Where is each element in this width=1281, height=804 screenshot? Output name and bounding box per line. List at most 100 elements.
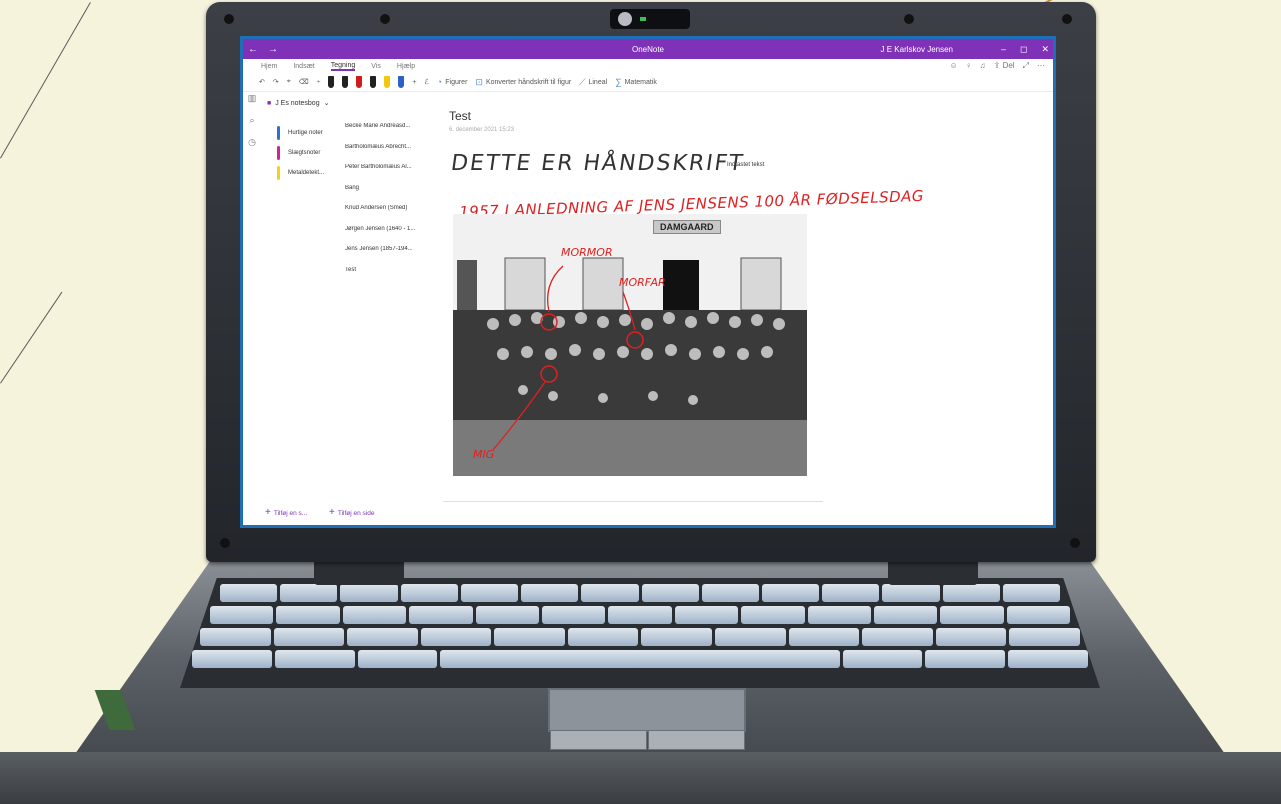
notebook-selector[interactable]: ■ J Es notesbog ⌄ [267,99,330,108]
typed-text[interactable]: Indtastet tekst [727,162,764,168]
eraser-icon[interactable]: ⌫ [299,78,309,86]
pen-blue[interactable] [398,76,405,88]
key [420,628,492,646]
page-date: 6. december 2021 15:23 [449,127,515,133]
notebooks-icon[interactable]: ▥ [243,93,261,115]
spacebar [440,650,840,668]
share-button[interactable]: ⇪ Del [994,61,1015,71]
draw-toolbar: ↶ ↷ ⌖ ⌫ ÷ + ℰ ◔ Figurer ⊡ Konverter håndsk… [243,73,1053,92]
ribbon-right-icons: ☺ ♀ ♫ ⇪ Del ⤢ ⋯ [949,61,1045,71]
nav-rail: ▥ ⌕ ◷ [243,93,261,525]
page-item[interactable]: Peter Bartholomæus Al... [343,164,439,185]
key [942,584,1000,602]
key [935,628,1007,646]
chevron-down-icon: ⌄ [323,100,330,107]
tab-draw[interactable]: Tegning [330,62,356,71]
pen-black-2[interactable] [342,76,349,88]
pen-black-3[interactable] [370,76,377,88]
key [494,628,565,646]
background-line [0,291,63,384]
ruler-button[interactable]: ⟋ Lineal [579,77,607,88]
more-icon[interactable]: ⋯ [1037,61,1045,71]
page-divider [443,501,823,502]
page-item[interactable]: Jens Jensen (1857-194... [343,246,439,267]
page-title[interactable]: Test [449,109,471,123]
lasso-select-icon[interactable]: ⌖ [287,78,291,86]
family-photo[interactable]: DAMGAARD MORMOR MORFAR MIG [453,214,807,476]
page-item[interactable]: Knud Andersen (Smed) [343,205,439,226]
shapes-icon: ◔ [436,77,443,87]
key [521,584,579,602]
pen-black[interactable] [328,76,335,88]
add-section-button[interactable]: + Tilføj en s... [265,507,307,518]
add-page-button[interactable]: + Tilføj en side [329,507,374,518]
key [741,606,805,624]
handwriting-title[interactable]: DETTE ER HÅNDSKRIFT [449,151,746,176]
ruler-label: Lineal [588,78,608,86]
user-account[interactable]: J E Karlskov Jensen [881,45,953,54]
key [940,606,1004,624]
add-page-label: Tilføj en side [337,510,375,517]
notebook-icon: ■ [267,99,272,107]
restore-button[interactable]: ◻ [1020,44,1027,55]
section-item[interactable]: Metaldetekt... [267,163,343,183]
add-pen-icon[interactable]: + [412,79,416,86]
page-item[interactable]: Jørgen Jensen (1640 - 1... [343,226,439,247]
screw [220,538,230,548]
lightbulb-icon[interactable]: ♀ [966,61,972,71]
figures-button[interactable]: ◔ Figurer [437,77,468,87]
key [1008,650,1088,668]
tab-help[interactable]: Hjælp [397,63,415,70]
key [1006,606,1071,624]
plus-icon: + [329,507,335,518]
screw [380,14,390,24]
convert-ink-button[interactable]: ⊡ Konverter håndskrift til figur [475,77,571,88]
key [715,628,786,646]
key [541,606,606,624]
section-item[interactable]: Slægtsnoter [267,143,343,163]
undo-icon[interactable]: ↶ [259,78,265,86]
notebook-name: J Es notesbog [275,99,320,107]
math-button[interactable]: ∑ Matematik [615,77,657,87]
key [788,628,860,646]
page-item[interactable]: Becke Marie Andreasd... [343,123,439,144]
key [1009,628,1080,646]
key [822,584,880,602]
key [357,650,438,668]
key [200,628,271,646]
close-button[interactable]: ✕ [1041,44,1049,55]
math-label: Matematik [624,78,657,86]
section-item[interactable]: Hurtige noter [267,123,343,143]
page-item-active[interactable]: Test [343,267,439,288]
key [210,606,274,624]
key [807,606,871,624]
add-space-icon[interactable]: ÷ [317,79,321,86]
highlighter-yellow[interactable] [384,76,391,88]
page-item[interactable]: Bang [343,185,439,206]
redo-icon[interactable]: ↷ [273,78,279,86]
tab-home[interactable]: Hjem [261,63,277,70]
tab-insert[interactable]: Indsæt [293,63,314,70]
background-line [0,2,91,159]
section-list: Hurtige noter Slægtsnoter Metaldetekt... [267,123,343,183]
section-label: Metaldetekt... [288,170,325,176]
key [460,584,519,602]
recent-icon[interactable]: ◷ [243,137,261,159]
key [409,606,473,624]
minimize-button[interactable]: – [1001,44,1006,55]
key [701,584,759,602]
expand-icon[interactable]: ⤢ [1023,61,1029,71]
search-icon[interactable]: ⌕ [243,115,261,137]
share-people-icon[interactable]: ☺ [949,61,957,71]
tab-view[interactable]: Vis [371,63,381,70]
section-color-tab [277,166,280,180]
bell-icon[interactable]: ♫ [980,61,986,71]
math-icon: ∑ [615,77,622,87]
photo-label-mormor: MORMOR [561,246,613,259]
key [280,584,338,602]
figures-label: Figurer [445,78,468,86]
ink-to-text-icon[interactable]: ℰ [425,78,429,86]
page-item[interactable]: Bartholomæus Abrecht... [343,144,439,165]
photo-label-mig: MIG [473,448,495,461]
pen-red[interactable] [356,76,363,88]
